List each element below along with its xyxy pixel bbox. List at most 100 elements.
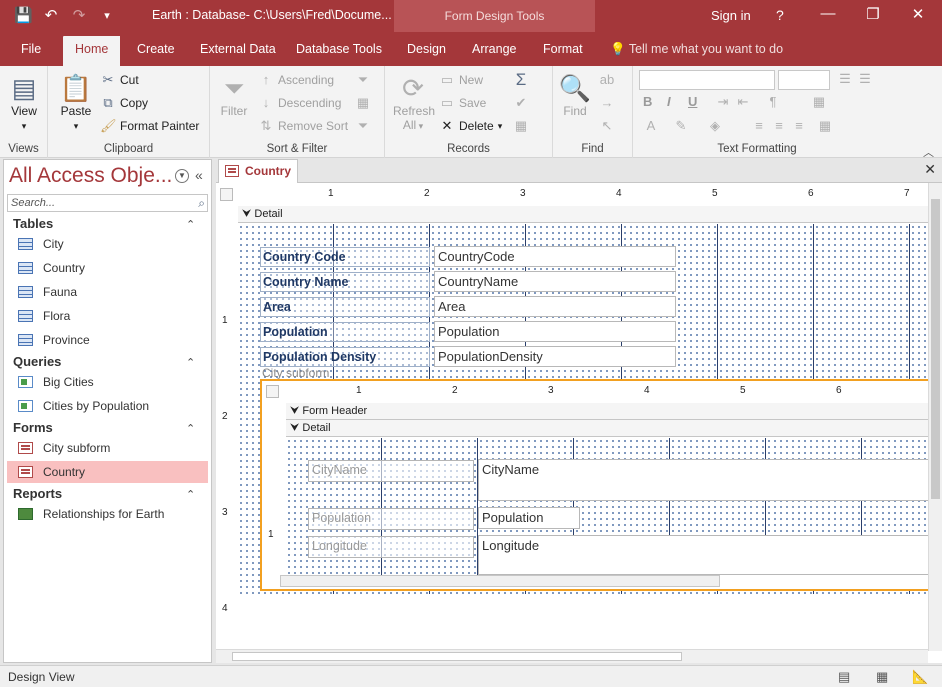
- restore-button[interactable]: ❐: [863, 5, 883, 23]
- subform-textbox-longitude[interactable]: Longitude: [478, 535, 940, 575]
- format-painter-button[interactable]: 🖌 Format Painter: [100, 118, 199, 134]
- nav-item-big-cities[interactable]: Big Cities: [7, 371, 208, 393]
- subform-label-population[interactable]: Population: [308, 508, 474, 530]
- label-area[interactable]: Area: [260, 297, 430, 317]
- cut-button[interactable]: ✂ Cut: [100, 72, 139, 88]
- label-population[interactable]: Population: [260, 322, 430, 342]
- underline-button[interactable]: U: [688, 94, 697, 109]
- tab-design[interactable]: Design: [407, 42, 446, 56]
- nav-pane-title[interactable]: All Access Obje...: [9, 164, 172, 188]
- select-button[interactable]: ↖: [599, 118, 615, 134]
- view-button[interactable]: ▤ View ▾: [6, 72, 42, 132]
- paste-button[interactable]: 📋 Paste ▾: [58, 72, 94, 132]
- textbox-country-code[interactable]: CountryCode: [434, 246, 676, 267]
- alternate-row-color-button[interactable]: ▦: [817, 118, 833, 134]
- tab-home[interactable]: Home: [63, 36, 121, 66]
- gridlines-button[interactable]: ▦: [811, 94, 827, 110]
- italic-button[interactable]: I: [667, 94, 671, 109]
- bullets-button[interactable]: ☰: [837, 71, 853, 87]
- copy-button[interactable]: ⧉ Copy: [100, 95, 148, 111]
- minimize-button[interactable]: —: [818, 5, 838, 22]
- totals-button[interactable]: Σ: [513, 70, 529, 90]
- tab-create[interactable]: Create: [137, 42, 175, 56]
- design-view-icon[interactable]: 📐: [912, 669, 928, 685]
- layout-view-icon[interactable]: ▦: [876, 669, 888, 685]
- detail-section-bar[interactable]: ⮟ Detail: [238, 206, 928, 223]
- refresh-all-button[interactable]: ⟳ Refresh All ▾: [393, 72, 435, 132]
- replace-button[interactable]: ab: [599, 72, 615, 87]
- filter-button[interactable]: ⏷ Filter: [216, 72, 252, 118]
- nav-section-forms[interactable]: Forms: [13, 420, 53, 435]
- subform-detail-bar[interactable]: ⮟ Detail: [286, 420, 940, 437]
- remove-sort-button[interactable]: ⇅ Remove Sort: [258, 118, 348, 134]
- vertical-scrollbar[interactable]: [928, 183, 942, 651]
- highlight-button[interactable]: ✎: [673, 118, 689, 134]
- paragraph-direction-button[interactable]: ¶: [765, 94, 781, 109]
- help-button[interactable]: ?: [776, 7, 784, 23]
- subform-selector[interactable]: [266, 385, 279, 398]
- subform-textbox-cityname[interactable]: CityName: [478, 459, 940, 501]
- subform-form-header-bar[interactable]: ⮟ Form Header: [286, 403, 940, 420]
- find-button[interactable]: 🔍 Find: [557, 72, 593, 118]
- font-color-button[interactable]: A: [643, 118, 659, 133]
- city-subform-control[interactable]: 1 2 3 4 5 6 ⮟ Form Header ⮟ Detail 1 Cit…: [260, 379, 942, 591]
- more-records-button[interactable]: ▦: [513, 118, 529, 134]
- horizontal-scrollbar[interactable]: [216, 649, 928, 663]
- form-view-icon[interactable]: ▤: [838, 669, 850, 685]
- collapse-queries-icon[interactable]: ⌃: [186, 356, 195, 369]
- label-country-name[interactable]: Country Name: [260, 272, 430, 292]
- nav-search-input[interactable]: Search... ⌕: [7, 194, 208, 212]
- nav-item-fauna[interactable]: Fauna: [7, 281, 208, 303]
- background-color-button[interactable]: ◈: [707, 118, 723, 134]
- toggle-filter-button[interactable]: ⏷: [355, 118, 371, 134]
- label-country-code[interactable]: Country Code: [260, 247, 430, 267]
- nav-item-cities-by-population[interactable]: Cities by Population: [7, 395, 208, 417]
- search-icon[interactable]: ⌕: [198, 196, 205, 211]
- nav-section-tables[interactable]: Tables: [13, 216, 53, 231]
- tab-database-tools[interactable]: Database Tools: [296, 42, 382, 56]
- sign-in-link[interactable]: Sign in: [711, 8, 751, 23]
- nav-item-city-subform[interactable]: City subform: [7, 437, 208, 459]
- tab-arrange[interactable]: Arrange: [472, 42, 516, 56]
- subform-label-cityname[interactable]: CityName: [308, 460, 474, 482]
- nav-item-city[interactable]: City: [7, 233, 208, 255]
- new-record-button[interactable]: ▭ New: [439, 72, 483, 88]
- close-document-icon[interactable]: ✕: [924, 161, 936, 178]
- go-to-button[interactable]: →: [599, 95, 615, 110]
- form-selector[interactable]: [220, 188, 233, 201]
- font-name-combo[interactable]: [639, 70, 775, 90]
- subform-label[interactable]: City subform: [262, 366, 329, 380]
- nav-item-country-table[interactable]: Country: [7, 257, 208, 279]
- subform-horizontal-scrollbar[interactable]: [280, 575, 720, 587]
- bold-button[interactable]: B: [643, 94, 652, 109]
- collapse-tables-icon[interactable]: ⌃: [186, 218, 195, 231]
- nav-menu-dropdown-icon[interactable]: ▼: [175, 169, 189, 183]
- nav-item-country-form[interactable]: Country: [7, 461, 208, 483]
- nav-item-province[interactable]: Province: [7, 329, 208, 351]
- descending-button[interactable]: ↓ Descending: [258, 95, 342, 110]
- close-button[interactable]: ✕: [908, 5, 928, 23]
- advanced-filter-button[interactable]: ▦: [355, 95, 371, 111]
- undo-icon[interactable]: ↶: [42, 6, 60, 24]
- subform-label-longitude[interactable]: Longitude: [308, 536, 474, 558]
- label-population-density[interactable]: Population Density: [260, 347, 430, 367]
- ascending-button[interactable]: ↑ Ascending: [258, 72, 334, 87]
- delete-record-button[interactable]: ✕ Delete ▾: [439, 118, 503, 134]
- save-record-button[interactable]: ▭ Save: [439, 95, 487, 111]
- document-tab-country[interactable]: Country: [218, 159, 298, 183]
- textbox-country-name[interactable]: CountryName: [434, 271, 676, 292]
- vertical-scroll-thumb[interactable]: [931, 199, 940, 499]
- textbox-area[interactable]: Area: [434, 296, 676, 317]
- font-size-combo[interactable]: [778, 70, 830, 90]
- collapse-reports-icon[interactable]: ⌃: [186, 488, 195, 501]
- align-buttons[interactable]: ≡ ≡ ≡: [751, 118, 807, 133]
- nav-collapse-icon[interactable]: «: [195, 167, 203, 183]
- selection-filter-button[interactable]: ⏷: [355, 72, 371, 88]
- collapse-ribbon-icon[interactable]: ︿: [923, 144, 934, 160]
- tell-me-box[interactable]: 💡 Tell me what you want to do: [610, 42, 783, 57]
- collapse-forms-icon[interactable]: ⌃: [186, 422, 195, 435]
- nav-section-reports[interactable]: Reports: [13, 486, 62, 501]
- indent-button[interactable]: ⇥ ⇤: [715, 94, 751, 110]
- tab-external-data[interactable]: External Data: [200, 42, 276, 56]
- spelling-button[interactable]: ✔: [513, 95, 529, 111]
